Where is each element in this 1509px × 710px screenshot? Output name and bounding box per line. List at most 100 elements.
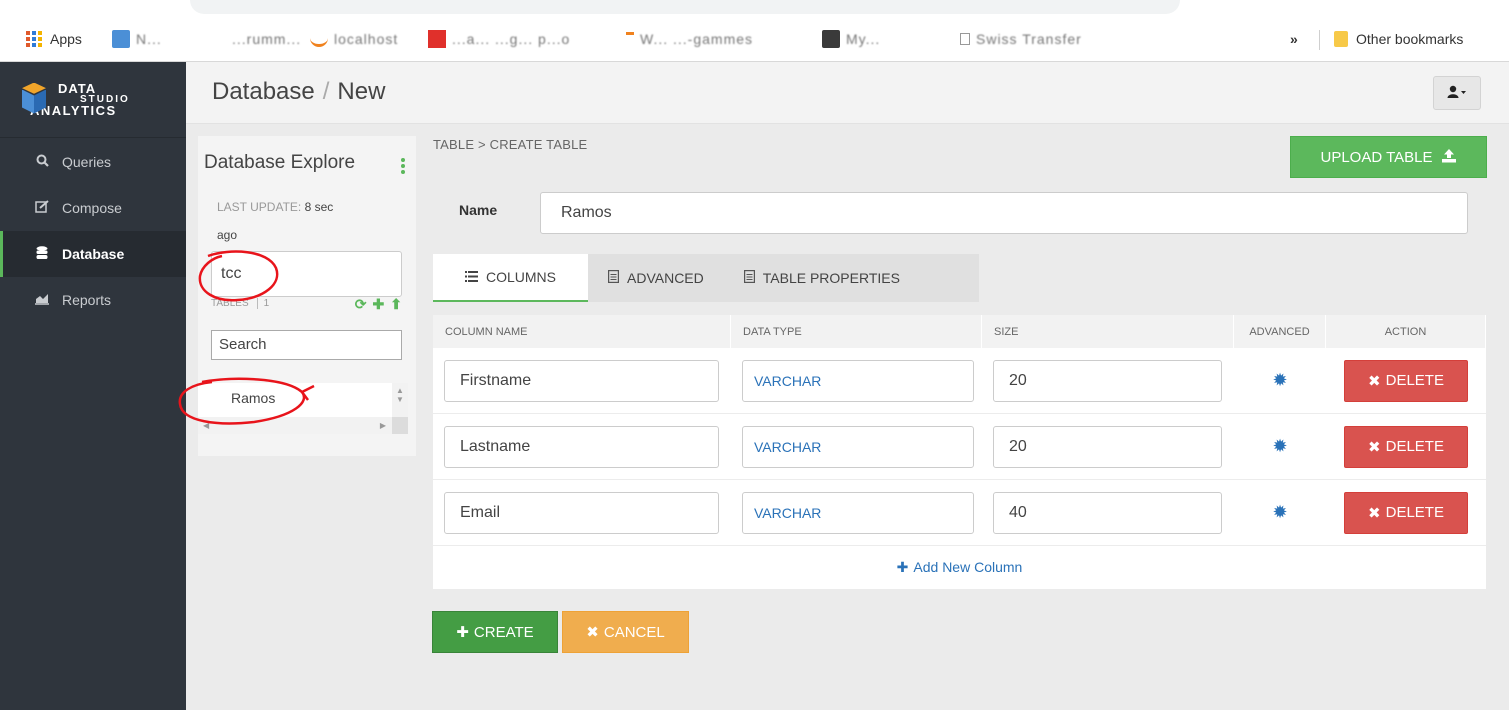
last-update-value: 8 sec xyxy=(304,200,334,214)
tab-table-properties[interactable]: TABLE PROPERTIES xyxy=(724,254,920,302)
size-input[interactable]: 20 xyxy=(993,359,1222,402)
sidebar-item-queries[interactable]: Queries xyxy=(0,139,186,185)
bookmark-item[interactable]: N... xyxy=(112,26,162,52)
localhost-favicon-icon xyxy=(310,37,328,47)
breadcrumb-root[interactable]: Database xyxy=(212,78,315,105)
database-select[interactable]: tcc xyxy=(211,251,402,297)
app-logo[interactable]: DATA STUDIO ANALYTICS xyxy=(0,62,186,138)
list-icon xyxy=(464,270,478,285)
bookmarks-overflow-button[interactable]: » xyxy=(1290,26,1298,52)
bookmark-apps[interactable]: Apps xyxy=(26,26,82,52)
other-bookmarks[interactable]: Other bookmarks xyxy=(1334,26,1463,52)
columns-table-header: COLUMN NAME DATA TYPE SIZE ADVANCED ACTI… xyxy=(433,315,1486,348)
header-size: SIZE xyxy=(982,315,1234,348)
add-icon[interactable]: ✚ xyxy=(373,296,385,313)
delete-button[interactable]: ✖ DELETE xyxy=(1344,491,1468,534)
site-favicon-icon xyxy=(822,30,840,48)
bookmark-swiss-transfer[interactable]: Swiss Transfer xyxy=(960,26,1082,52)
data-type-select[interactable]: VARCHAR xyxy=(742,491,974,534)
area-chart-icon xyxy=(33,293,51,308)
table-row: Firstname VARCHAR 20 ✹ ✖ DELETE xyxy=(433,348,1486,414)
tab-columns[interactable]: COLUMNS xyxy=(433,254,588,302)
document-icon xyxy=(743,270,755,286)
gear-icon[interactable]: ✹ xyxy=(1272,502,1287,523)
site-favicon-icon xyxy=(428,30,446,48)
last-update: LAST UPDATE: 8 sec ago xyxy=(217,200,334,242)
plus-icon: ✚ xyxy=(456,624,469,641)
user-menu-button[interactable] xyxy=(1433,76,1481,110)
page-header: Database / New xyxy=(186,62,1509,124)
data-type-select[interactable]: VARCHAR xyxy=(742,425,974,468)
column-name-input[interactable]: Email xyxy=(444,491,719,534)
sidebar-item-database[interactable]: Database xyxy=(0,231,186,277)
header-action: ACTION xyxy=(1326,315,1486,348)
site-favicon-icon xyxy=(112,30,130,48)
header-column-name: COLUMN NAME xyxy=(433,315,731,348)
site-favicon-icon xyxy=(626,31,634,35)
tab-advanced[interactable]: ADVANCED xyxy=(588,254,724,302)
columns-table: COLUMN NAME DATA TYPE SIZE ADVANCED ACTI… xyxy=(433,315,1486,589)
refresh-icon[interactable]: ⟳ xyxy=(355,296,367,313)
table-list-item[interactable]: Ramos xyxy=(231,390,275,406)
bookmark-item[interactable]: ...rumm... xyxy=(232,26,301,52)
upload-icon xyxy=(1441,148,1457,167)
cube-logo-icon xyxy=(20,82,48,117)
close-icon: ✖ xyxy=(586,624,599,641)
bookmarks-bar: Apps N... ...rumm... localhost ...a... .… xyxy=(0,0,1509,62)
breadcrumb-current: New xyxy=(337,78,386,105)
upload-table-button[interactable]: UPLOAD TABLE xyxy=(1290,136,1487,178)
table-list: Ramos xyxy=(198,383,392,417)
horizontal-scrollbar[interactable]: ◀ ▶ xyxy=(198,417,392,434)
column-name-input[interactable]: Lastname xyxy=(444,425,719,468)
database-explorer-panel: Database Explore LAST UPDATE: 8 sec ago … xyxy=(198,136,416,456)
bookmark-localhost[interactable]: localhost xyxy=(310,26,398,52)
create-button[interactable]: ✚ CREATE xyxy=(432,611,558,653)
delete-button[interactable]: ✖ DELETE xyxy=(1344,359,1468,402)
explorer-title: Database Explore xyxy=(204,152,356,173)
header-advanced: ADVANCED xyxy=(1234,315,1326,348)
vertical-scrollbar[interactable]: ▲ ▼ xyxy=(392,383,408,417)
page-icon xyxy=(960,33,970,45)
data-type-select[interactable]: VARCHAR xyxy=(742,359,974,402)
table-search-input[interactable]: Search xyxy=(211,330,402,360)
bookmark-item[interactable]: W... ...-gammes xyxy=(626,26,753,52)
logo-line-data: DATA xyxy=(58,81,97,96)
table-name-input[interactable]: Ramos xyxy=(540,192,1468,234)
database-icon xyxy=(33,245,51,263)
delete-button[interactable]: ✖ DELETE xyxy=(1344,425,1468,468)
close-icon: ✖ xyxy=(1368,504,1381,522)
header-data-type: DATA TYPE xyxy=(731,315,982,348)
address-bar-edge[interactable] xyxy=(190,0,1180,14)
sidebar-nav: Queries Compose Database Reports xyxy=(0,139,186,323)
edit-icon xyxy=(33,200,51,216)
bookmark-item[interactable]: ...a... ...g... p...o xyxy=(428,26,570,52)
column-name-input[interactable]: Firstname xyxy=(444,359,719,402)
cancel-button[interactable]: ✖ CANCEL xyxy=(562,611,689,653)
close-icon: ✖ xyxy=(1368,438,1381,456)
bookmark-item[interactable]: My... xyxy=(822,26,880,52)
sidebar-item-compose[interactable]: Compose xyxy=(0,185,186,231)
gear-icon[interactable]: ✹ xyxy=(1272,436,1287,457)
tables-label: TABLES xyxy=(211,298,249,309)
table-tabs: COLUMNS ADVANCED TABLE PROPERTIES xyxy=(433,254,979,302)
plus-icon: ✚ xyxy=(896,558,909,575)
close-icon: ✖ xyxy=(1368,372,1381,390)
upload-icon[interactable]: ⬆ xyxy=(390,296,402,313)
gear-icon[interactable]: ✹ xyxy=(1272,370,1287,391)
document-icon xyxy=(608,270,620,286)
tables-count: 1 xyxy=(256,298,270,309)
add-new-column-link[interactable]: ✚ Add New Column xyxy=(433,546,1486,588)
tables-toolbar: TABLES 1 ⟳ ✚ ⬆ xyxy=(211,296,402,314)
kebab-menu-icon[interactable] xyxy=(401,158,405,174)
table-row: Email VARCHAR 40 ✹ ✖ DELETE xyxy=(433,480,1486,546)
table-row: Lastname VARCHAR 20 ✹ ✖ DELETE xyxy=(433,414,1486,480)
user-icon xyxy=(1447,85,1467,102)
sub-breadcrumb: TABLE > CREATE TABLE xyxy=(433,137,588,152)
sidebar: DATA STUDIO ANALYTICS Queries Compose Da… xyxy=(0,62,186,710)
size-input[interactable]: 20 xyxy=(993,425,1222,468)
size-input[interactable]: 40 xyxy=(993,491,1222,534)
folder-icon xyxy=(1334,31,1348,47)
table-name-label: Name xyxy=(459,202,498,218)
sidebar-item-reports[interactable]: Reports xyxy=(0,277,186,323)
search-icon xyxy=(33,154,51,170)
